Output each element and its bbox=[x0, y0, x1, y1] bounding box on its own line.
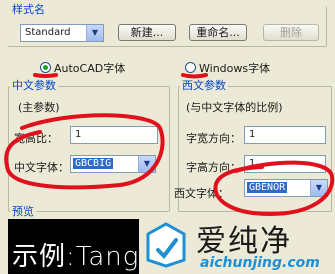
char-width-input[interactable]: 1 bbox=[244, 126, 326, 144]
underline-mark-autocad bbox=[33, 73, 58, 78]
char-height-value: 1 bbox=[249, 158, 256, 169]
watermark-brand: 爱纯净 bbox=[196, 224, 292, 259]
rename-style-button[interactable]: 重命名... bbox=[189, 24, 247, 41]
western-font-label: 西文字体： bbox=[174, 187, 229, 200]
western-params-subtitle: (与中文字体的比例) bbox=[186, 101, 283, 114]
chevron-down-icon[interactable]: ▼ bbox=[86, 25, 103, 41]
preview-box: 示例:Tang bbox=[8, 219, 139, 274]
chinese-font-select[interactable]: GBCBIG ▼ bbox=[70, 155, 156, 173]
width-ratio-label: 宽高比： bbox=[14, 132, 58, 145]
style-select-value: Standard bbox=[25, 27, 71, 38]
chinese-font-label: 中文字体： bbox=[14, 161, 69, 174]
char-height-input[interactable]: 1 bbox=[244, 155, 326, 173]
chinese-params-subtitle: (主参数) bbox=[18, 101, 60, 114]
watermark: 爱纯净 aichunjing.com bbox=[138, 218, 335, 274]
windows-font-label[interactable]: Windows字体 bbox=[199, 60, 270, 76]
chinese-font-value: GBCBIG bbox=[73, 158, 114, 169]
char-width-value: 1 bbox=[249, 129, 256, 140]
autocad-font-label[interactable]: AutoCAD字体 bbox=[54, 60, 125, 76]
style-select[interactable]: Standard ▼ bbox=[20, 24, 104, 42]
western-params-title: 西文参数 bbox=[180, 79, 228, 92]
delete-style-button[interactable]: 删除 bbox=[263, 24, 319, 41]
char-width-label: 字宽方向： bbox=[186, 132, 241, 145]
western-font-value: GBENOR bbox=[247, 182, 288, 193]
width-ratio-value: 1 bbox=[75, 129, 82, 140]
preview-sample-text: 示例:Tang bbox=[12, 242, 139, 272]
watermark-url: aichunjing.com bbox=[200, 255, 320, 271]
style-name-title: 样式名 bbox=[10, 3, 47, 16]
char-height-label: 字高方向： bbox=[186, 161, 241, 174]
western-font-select[interactable]: GBENOR ▼ bbox=[244, 179, 328, 197]
windows-font-radio[interactable] bbox=[185, 62, 196, 73]
chevron-down-icon[interactable]: ▼ bbox=[310, 180, 327, 196]
preview-title: 预览 bbox=[10, 205, 36, 218]
shield-logo-icon bbox=[146, 222, 186, 268]
autocad-font-radio[interactable] bbox=[40, 62, 51, 73]
chinese-params-title: 中文参数 bbox=[10, 79, 58, 92]
chevron-down-icon[interactable]: ▼ bbox=[138, 156, 155, 172]
new-style-button[interactable]: 新建... bbox=[118, 24, 176, 41]
width-ratio-input[interactable]: 1 bbox=[70, 126, 158, 144]
